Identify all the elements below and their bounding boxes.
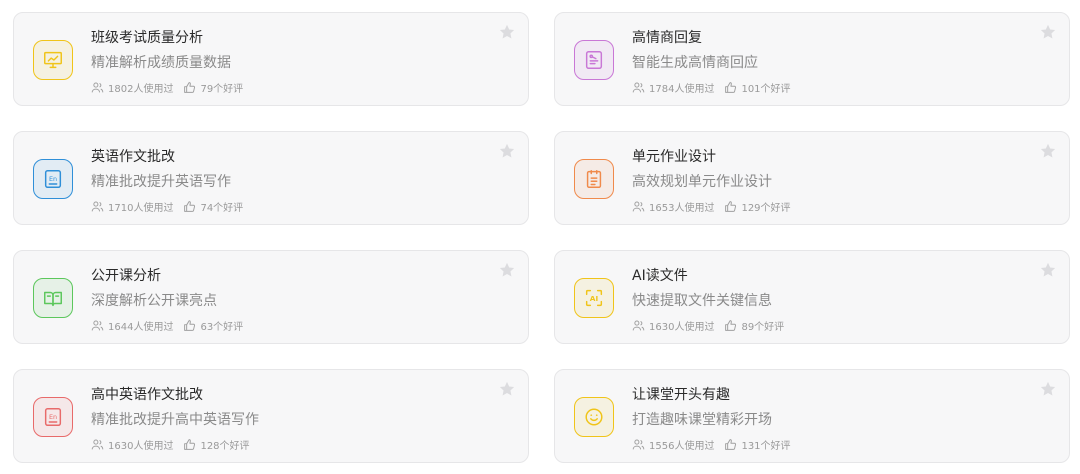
- rating-count: 129个好评: [741, 203, 791, 214]
- card-meta: 1556人使用过 131个好评: [632, 437, 801, 452]
- card-description: 快速提取文件关键信息: [632, 293, 772, 309]
- users-icon: [632, 320, 645, 331]
- tool-card[interactable]: 班级考试质量分析 精准解析成绩质量数据 1802人使用过 79个好评: [13, 12, 529, 106]
- card-meta: 1653人使用过 129个好评: [632, 199, 801, 214]
- ai-scan-icon: AI: [574, 278, 614, 318]
- rating-count: 79个好评: [200, 84, 244, 95]
- thumbs-up-icon: [184, 439, 196, 450]
- card-title: 单元作业设计: [632, 149, 716, 165]
- star-icon[interactable]: [498, 380, 516, 398]
- card-meta: 1630人使用过 128个好评: [91, 437, 260, 452]
- svg-text:AI: AI: [590, 294, 599, 303]
- usage-count: 1630人使用过: [108, 441, 174, 452]
- star-icon[interactable]: [1039, 23, 1057, 41]
- usage-count: 1653人使用过: [649, 203, 715, 214]
- usage-count: 1710人使用过: [108, 203, 174, 214]
- users-icon: [91, 439, 104, 450]
- chat-reply-icon: [574, 40, 614, 80]
- usage-count: 1784人使用过: [649, 84, 715, 95]
- presentation-chart-icon: [33, 40, 73, 80]
- card-description: 智能生成高情商回应: [632, 55, 758, 71]
- users-icon: [91, 201, 104, 212]
- usage-count: 1630人使用过: [649, 322, 715, 333]
- tool-card[interactable]: 让课堂开头有趣 打造趣味课堂精彩开场 1556人使用过 131个好评: [554, 369, 1070, 463]
- rating-count: 128个好评: [200, 441, 250, 452]
- star-icon[interactable]: [1039, 380, 1057, 398]
- card-meta: 1802人使用过 79个好评: [91, 80, 253, 95]
- card-description: 精准批改提升英语写作: [91, 174, 231, 190]
- svg-text:En: En: [49, 175, 57, 183]
- users-icon: [91, 320, 104, 331]
- card-title: 公开课分析: [91, 268, 161, 284]
- card-title: 高情商回复: [632, 30, 702, 46]
- star-icon[interactable]: [1039, 142, 1057, 160]
- tool-card[interactable]: 高情商回复 智能生成高情商回应 1784人使用过 101个好评: [554, 12, 1070, 106]
- card-title: 让课堂开头有趣: [632, 387, 730, 403]
- english-doc-icon: En: [33, 159, 73, 199]
- star-icon[interactable]: [1039, 261, 1057, 279]
- tool-card-grid: 班级考试质量分析 精准解析成绩质量数据 1802人使用过 79个好评 高情商回复…: [0, 0, 1080, 474]
- thumbs-up-icon: [725, 82, 737, 93]
- rating-count: 89个好评: [741, 322, 785, 333]
- thumbs-up-icon: [184, 320, 196, 331]
- usage-count: 1644人使用过: [108, 322, 174, 333]
- usage-count: 1802人使用过: [108, 84, 174, 95]
- open-book-icon: [33, 278, 73, 318]
- card-meta: 1710人使用过 74个好评: [91, 199, 253, 214]
- tool-card[interactable]: 单元作业设计 高效规划单元作业设计 1653人使用过 129个好评: [554, 131, 1070, 225]
- users-icon: [632, 201, 645, 212]
- card-title: 高中英语作文批改: [91, 387, 203, 403]
- thumbs-up-icon: [725, 439, 737, 450]
- rating-count: 63个好评: [200, 322, 244, 333]
- users-icon: [632, 82, 645, 93]
- tool-card[interactable]: 公开课分析 深度解析公开课亮点 1644人使用过 63个好评: [13, 250, 529, 344]
- tool-card[interactable]: En 高中英语作文批改 精准批改提升高中英语写作 1630人使用过 128个好评: [13, 369, 529, 463]
- card-title: 班级考试质量分析: [91, 30, 203, 46]
- card-meta: 1630人使用过 89个好评: [632, 318, 794, 333]
- card-description: 精准解析成绩质量数据: [91, 55, 231, 71]
- star-icon[interactable]: [498, 261, 516, 279]
- thumbs-up-icon: [725, 320, 737, 331]
- smile-icon: [574, 397, 614, 437]
- rating-count: 131个好评: [741, 441, 791, 452]
- usage-count: 1556人使用过: [649, 441, 715, 452]
- rating-count: 101个好评: [741, 84, 791, 95]
- card-meta: 1784人使用过 101个好评: [632, 80, 801, 95]
- users-icon: [91, 82, 104, 93]
- thumbs-up-icon: [184, 82, 196, 93]
- tool-card[interactable]: AI AI读文件 快速提取文件关键信息 1630人使用过 89个好评: [554, 250, 1070, 344]
- card-description: 深度解析公开课亮点: [91, 293, 217, 309]
- star-icon[interactable]: [498, 23, 516, 41]
- thumbs-up-icon: [725, 201, 737, 212]
- english-doc-icon: En: [33, 397, 73, 437]
- card-meta: 1644人使用过 63个好评: [91, 318, 253, 333]
- clipboard-list-icon: [574, 159, 614, 199]
- star-icon[interactable]: [498, 142, 516, 160]
- tool-card[interactable]: En 英语作文批改 精准批改提升英语写作 1710人使用过 74个好评: [13, 131, 529, 225]
- rating-count: 74个好评: [200, 203, 244, 214]
- card-description: 高效规划单元作业设计: [632, 174, 772, 190]
- card-description: 打造趣味课堂精彩开场: [632, 412, 772, 428]
- users-icon: [632, 439, 645, 450]
- card-title: AI读文件: [632, 268, 688, 284]
- card-description: 精准批改提升高中英语写作: [91, 412, 259, 428]
- card-title: 英语作文批改: [91, 149, 175, 165]
- thumbs-up-icon: [184, 201, 196, 212]
- svg-text:En: En: [49, 413, 57, 421]
